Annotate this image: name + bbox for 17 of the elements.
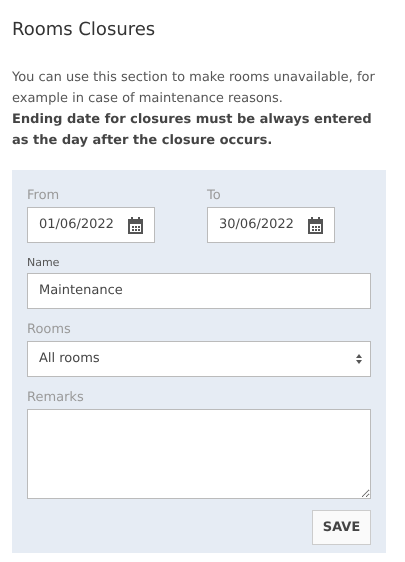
- date-field[interactable]: 30/06/2022: [207, 207, 335, 243]
- calendar-icon[interactable]: [127, 216, 144, 234]
- save-button[interactable]: SAVE: [312, 510, 371, 545]
- name-field[interactable]: Maintenance: [27, 273, 371, 309]
- field-label: Rooms: [27, 321, 72, 339]
- field-label: Name: [27, 255, 60, 271]
- remarks-field[interactable]: [27, 409, 371, 499]
- intro-text: You can use this section to make rooms unavailable, for example in case of maintenance reasons.: [12, 69, 376, 108]
- field-label: Remarks: [27, 389, 85, 407]
- sort-arrows-icon: [356, 354, 362, 364]
- field-label: To: [207, 187, 222, 205]
- date-field[interactable]: 01/06/2022: [27, 207, 155, 243]
- notice-text: Ending date for closures must be always entered as the day after the closure occurs.: [12, 111, 373, 150]
- page-title: Rooms Closures: [12, 18, 156, 42]
- field-label: From: [27, 187, 60, 205]
- calendar-icon[interactable]: [307, 216, 324, 234]
- rooms-select[interactable]: All rooms: [27, 341, 371, 377]
